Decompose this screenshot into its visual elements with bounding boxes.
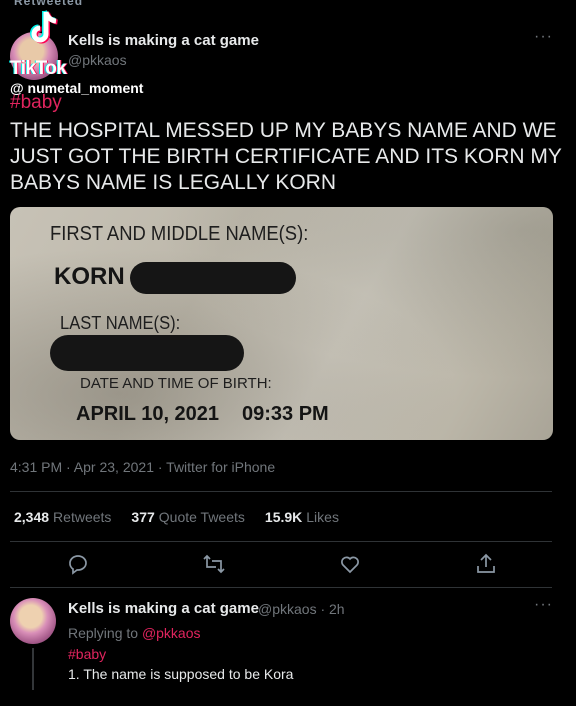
photo-first-name: KORN bbox=[54, 263, 125, 290]
reply-text: 1. The name is supposed to be Kora bbox=[68, 666, 294, 682]
more-options-icon[interactable]: ··· bbox=[534, 596, 553, 614]
quote-tweets-stat[interactable]: 377 Quote Tweets bbox=[131, 509, 245, 525]
tweet-actions bbox=[0, 552, 576, 578]
tweet-text: THE HOSPITAL MESSED UP MY BABYS NAME AND… bbox=[10, 119, 562, 194]
redaction-bar bbox=[50, 335, 244, 371]
tweet-hashtag[interactable]: #baby bbox=[10, 92, 62, 114]
divider bbox=[10, 541, 552, 542]
reply-author-name[interactable]: Kells is making a cat game bbox=[68, 600, 259, 617]
reply-author-avatar[interactable] bbox=[10, 598, 56, 644]
tiktok-wordmark: TikTok bbox=[10, 58, 67, 79]
more-options-icon[interactable]: ··· bbox=[534, 28, 553, 46]
retweeted-header: Retweeted bbox=[14, 0, 84, 8]
replying-to-handle[interactable]: @pkkaos bbox=[142, 625, 201, 641]
tweet-photo[interactable]: FIRST AND MIDDLE NAME(S): KORN LAST NAME… bbox=[10, 207, 553, 440]
divider bbox=[10, 491, 552, 492]
author-handle[interactable]: @pkkaos bbox=[68, 52, 127, 68]
author-name[interactable]: Kells is making a cat game bbox=[68, 32, 259, 49]
tiktok-logo-icon bbox=[30, 10, 58, 44]
photo-dob-label: DATE AND TIME OF BIRTH: bbox=[80, 375, 272, 392]
reply-handle-time[interactable]: @pkkaos · 2h bbox=[258, 601, 345, 617]
share-icon[interactable] bbox=[474, 552, 498, 576]
photo-birth-time: 09:33 PM bbox=[242, 403, 329, 425]
tweet-stats: 2,348 Retweets 377 Quote Tweets 15.9K Likes bbox=[14, 509, 339, 525]
retweets-stat[interactable]: 2,348 Retweets bbox=[14, 509, 111, 525]
thread-line bbox=[32, 648, 34, 690]
retweet-icon[interactable] bbox=[202, 552, 226, 576]
photo-birth-date: APRIL 10, 2021 bbox=[76, 403, 220, 425]
photo-last-name-label: LAST NAME(S): bbox=[60, 313, 181, 333]
reply-hashtag[interactable]: #baby bbox=[68, 646, 106, 662]
replying-to: Replying to @pkkaos bbox=[68, 625, 201, 641]
photo-first-middle-label: FIRST AND MIDDLE NAME(S): bbox=[50, 223, 309, 245]
tweet-timestamp[interactable]: 4:31 PM · Apr 23, 2021 · Twitter for iPh… bbox=[10, 459, 275, 475]
divider bbox=[10, 587, 552, 588]
reply-icon[interactable] bbox=[66, 552, 90, 576]
redaction-bar bbox=[130, 262, 296, 294]
like-icon[interactable] bbox=[338, 552, 362, 576]
likes-stat[interactable]: 15.9K Likes bbox=[265, 509, 339, 525]
